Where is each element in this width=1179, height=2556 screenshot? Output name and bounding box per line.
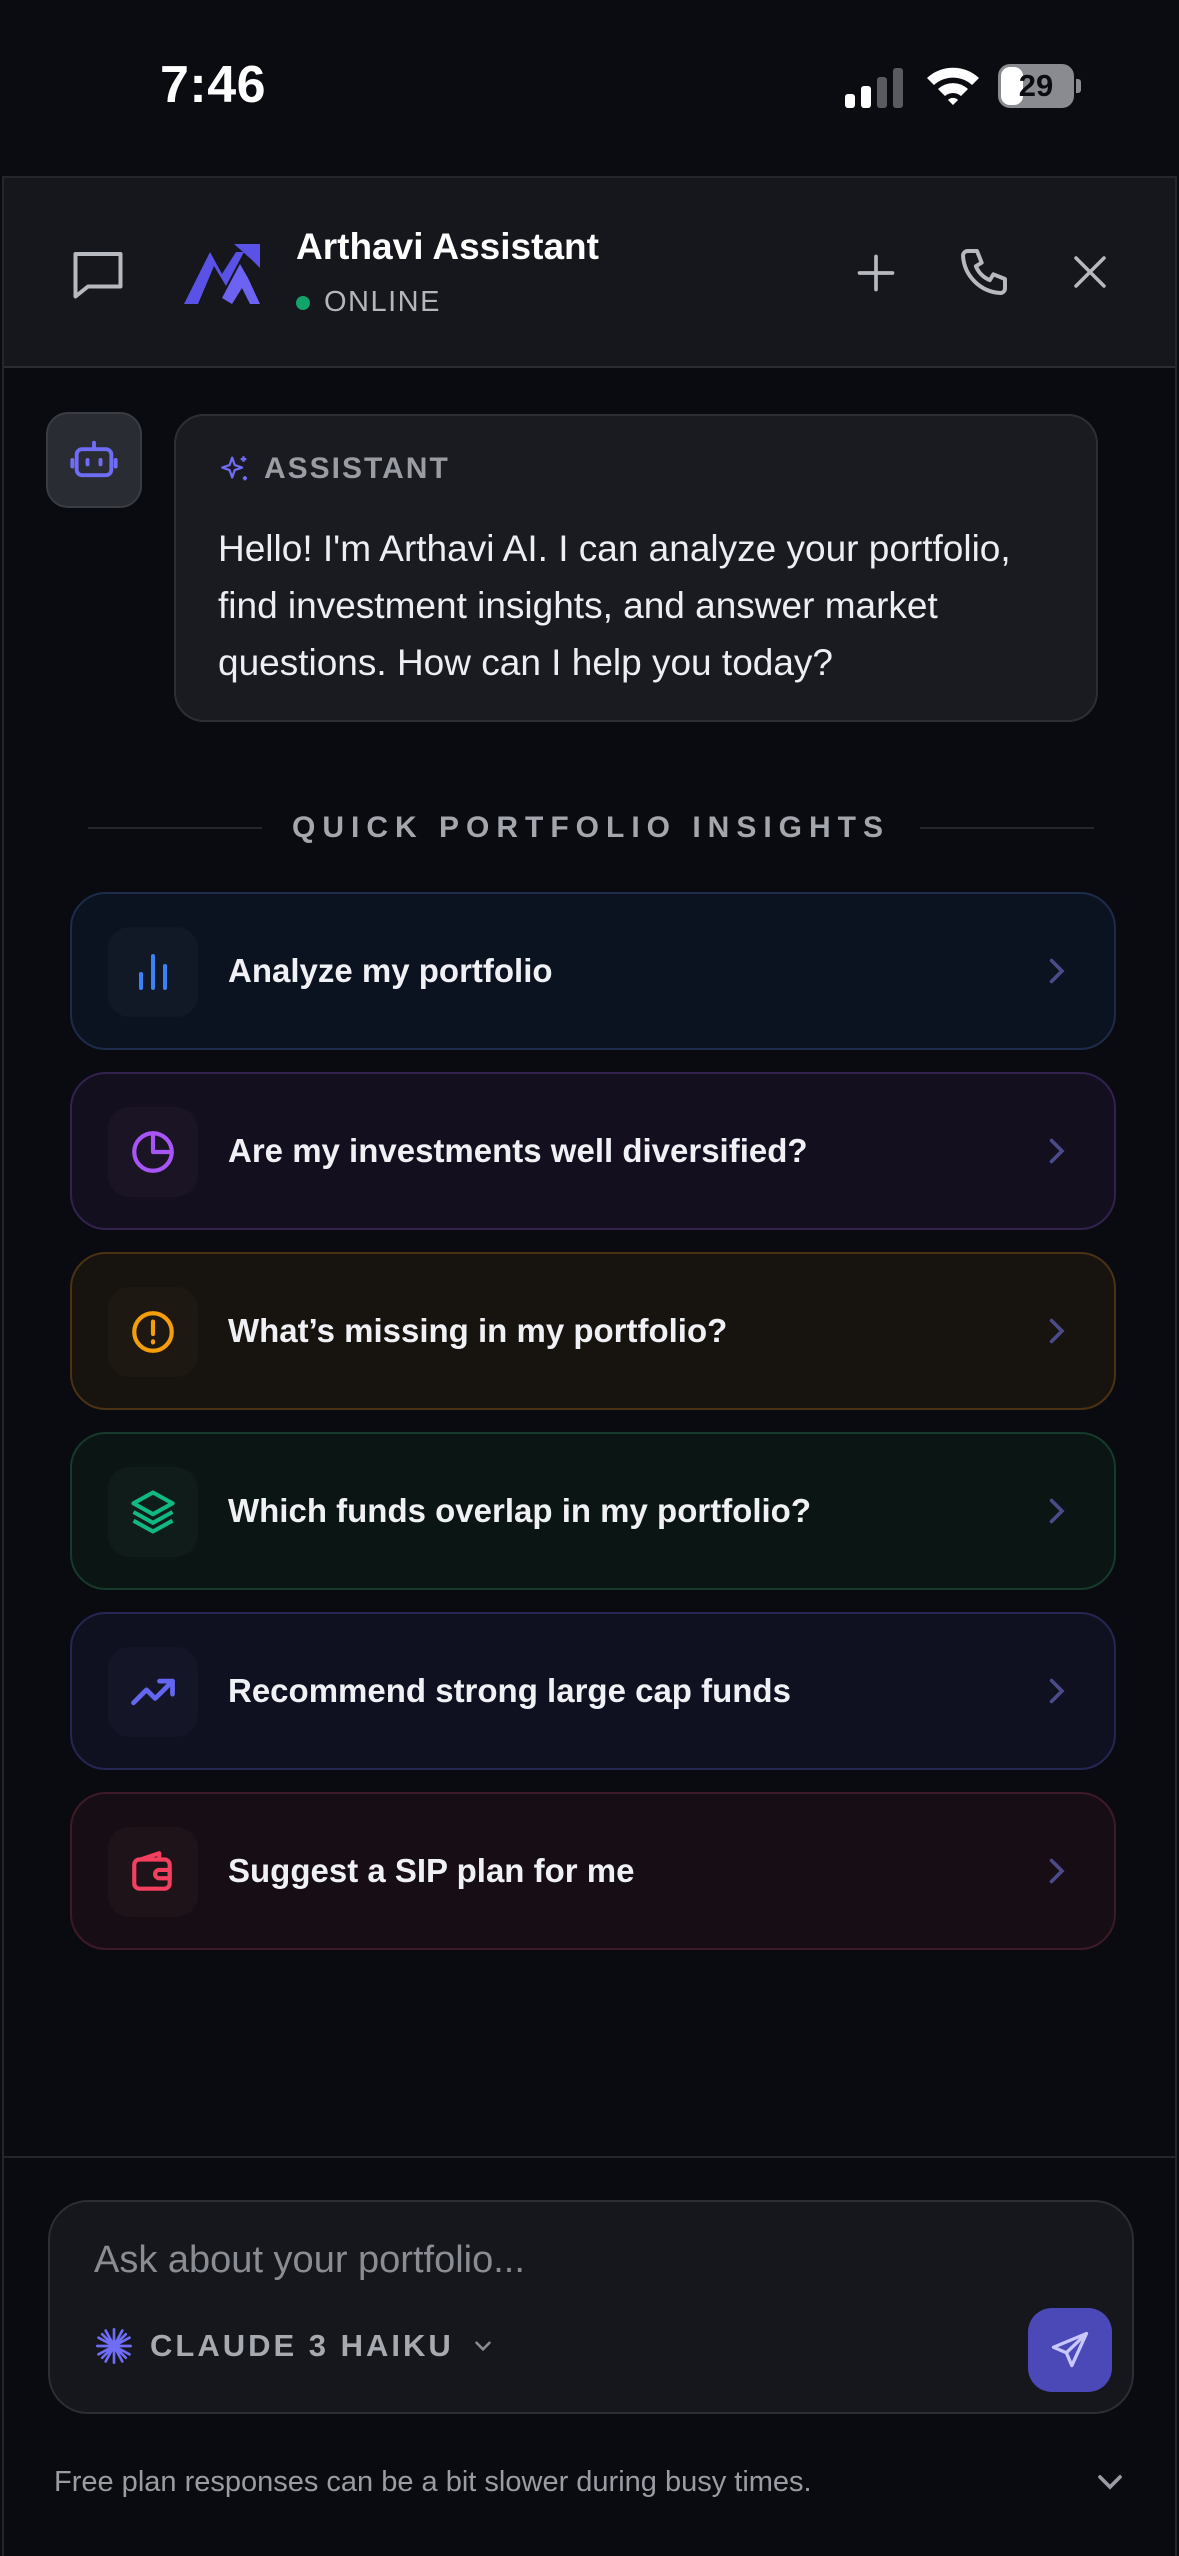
chat-icon bbox=[73, 252, 123, 299]
assistant-avatar bbox=[46, 412, 142, 508]
sparkle-icon bbox=[221, 456, 248, 481]
send-icon bbox=[1051, 2331, 1089, 2368]
close-button[interactable] bbox=[1054, 236, 1126, 308]
chevron-right-icon bbox=[1049, 1858, 1065, 1884]
chat-header: Arthavi Assistant ONLINE bbox=[4, 178, 1175, 368]
robot-icon bbox=[70, 440, 118, 478]
wallet-icon bbox=[108, 1827, 198, 1917]
insight-card-missing[interactable]: What’s missing in my portfolio? bbox=[70, 1252, 1116, 1410]
plus-icon bbox=[857, 254, 895, 292]
insight-label: Which funds overlap in my portfolio? bbox=[228, 1492, 811, 1529]
wifi-icon bbox=[927, 67, 979, 105]
insights-title: QUICK PORTFOLIO INSIGHTS bbox=[292, 811, 891, 844]
message-role: ASSISTANT bbox=[218, 452, 450, 486]
chat-history-button[interactable] bbox=[62, 238, 134, 310]
trending-up-icon bbox=[108, 1647, 198, 1737]
model-name: CLAUDE 3 HAIKU bbox=[150, 2328, 454, 2363]
chat-panel: Arthavi Assistant ONLINE ASSISTANT Hello… bbox=[2, 176, 1177, 2556]
bar-chart-icon bbox=[108, 927, 198, 1017]
alert-circle-icon bbox=[108, 1287, 198, 1377]
chevron-right-icon bbox=[1049, 1318, 1065, 1344]
insight-label: Analyze my portfolio bbox=[228, 952, 553, 989]
arthavi-logo bbox=[184, 244, 260, 304]
chevron-right-icon bbox=[1049, 1138, 1065, 1164]
insight-card-sip[interactable]: Suggest a SIP plan for me bbox=[70, 1792, 1116, 1950]
phone-icon bbox=[961, 249, 1007, 295]
send-button[interactable] bbox=[1028, 2308, 1112, 2392]
insight-card-diversified[interactable]: Are my investments well diversified? bbox=[70, 1072, 1116, 1230]
online-status: ONLINE bbox=[296, 286, 441, 319]
message-text: Hello! I'm Arthavi AI. I can analyze you… bbox=[218, 528, 1011, 683]
insight-card-large-cap[interactable]: Recommend strong large cap funds bbox=[70, 1612, 1116, 1770]
online-status-label: ONLINE bbox=[324, 286, 441, 318]
insight-label: Recommend strong large cap funds bbox=[228, 1672, 791, 1709]
insight-card-analyze[interactable]: Analyze my portfolio bbox=[70, 892, 1116, 1050]
footer-note: Free plan responses can be a bit slower … bbox=[54, 2466, 812, 2498]
online-dot bbox=[296, 295, 310, 310]
chevron-right-icon bbox=[1049, 958, 1065, 984]
call-button[interactable] bbox=[948, 236, 1020, 308]
chevron-down-icon[interactable] bbox=[1090, 2462, 1130, 2502]
claude-spark-icon bbox=[96, 2328, 133, 2364]
status-bar: 7:46 29 bbox=[0, 0, 1179, 176]
insight-label: Are my investments well diversified? bbox=[228, 1132, 808, 1169]
chevron-right-icon bbox=[1049, 1678, 1065, 1704]
close-icon bbox=[1074, 256, 1106, 288]
message-role-label: ASSISTANT bbox=[264, 452, 450, 485]
assistant-message-bubble: ASSISTANT Hello! I'm Arthavi AI. I can a… bbox=[174, 414, 1098, 722]
model-selector[interactable]: CLAUDE 3 HAIKU bbox=[94, 2326, 496, 2366]
pie-chart-icon bbox=[108, 1107, 198, 1197]
battery-indicator: 29 bbox=[998, 64, 1082, 108]
chevron-down-icon bbox=[474, 2341, 491, 2352]
assistant-name: Arthavi Assistant bbox=[296, 226, 599, 267]
insights-section-header: QUICK PORTFOLIO INSIGHTS bbox=[88, 808, 1095, 848]
insight-label: Suggest a SIP plan for me bbox=[228, 1852, 635, 1889]
insight-card-overlap[interactable]: Which funds overlap in my portfolio? bbox=[70, 1432, 1116, 1590]
insight-label: What’s missing in my portfolio? bbox=[228, 1312, 728, 1349]
message-composer: CLAUDE 3 HAIKU bbox=[48, 2200, 1134, 2414]
message-input[interactable] bbox=[94, 2232, 994, 2288]
status-time: 7:46 bbox=[160, 56, 267, 114]
new-chat-button[interactable] bbox=[840, 237, 912, 309]
layers-icon bbox=[108, 1467, 198, 1557]
battery-level: 29 bbox=[1018, 68, 1054, 103]
cellular-signal-icon bbox=[845, 68, 903, 108]
chevron-right-icon bbox=[1049, 1498, 1065, 1524]
